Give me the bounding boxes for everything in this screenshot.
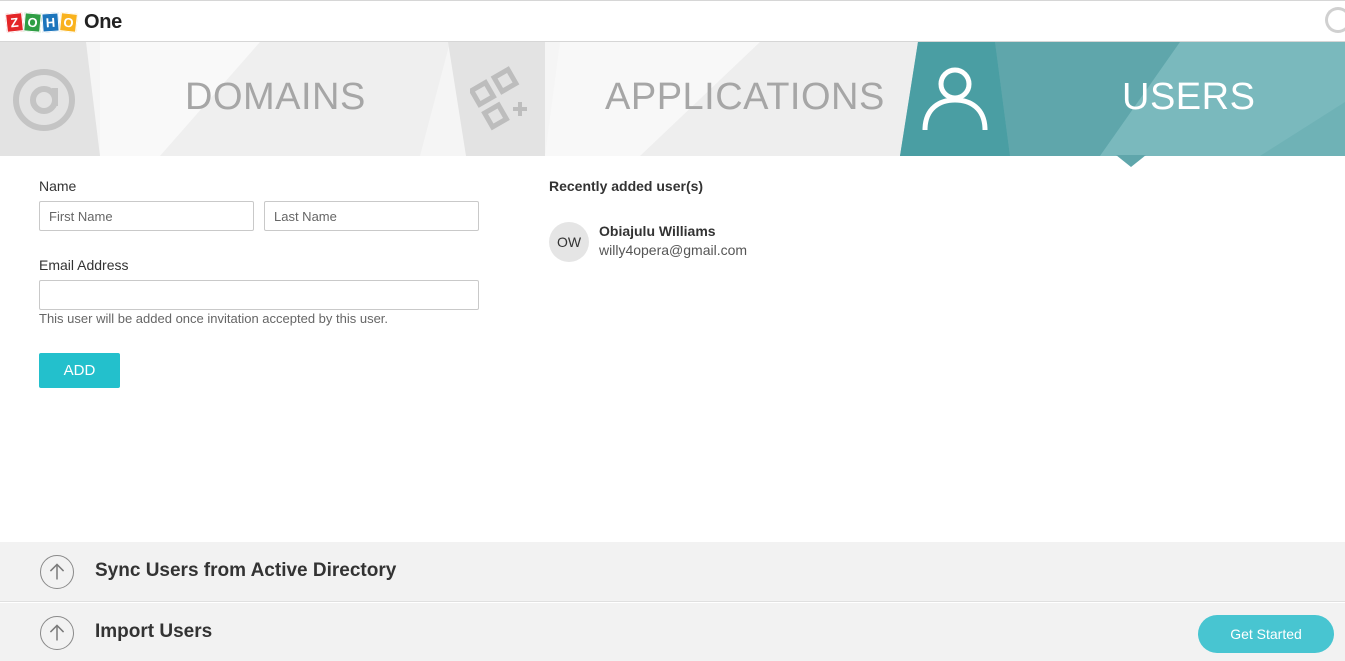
tab-users[interactable]: USERS: [1122, 76, 1255, 119]
zoho-one-logo[interactable]: Z O H O One: [5, 10, 122, 34]
first-name-input[interactable]: [39, 201, 254, 231]
recent-user-email: willy4opera@gmail.com: [599, 242, 748, 258]
logo-letter-o: O: [23, 11, 42, 33]
get-started-button[interactable]: Get Started: [1198, 615, 1334, 653]
active-tab-caret-icon: [1116, 155, 1146, 167]
recent-users-title: Recently added user(s): [549, 178, 704, 194]
name-label: Name: [39, 178, 77, 194]
add-user-button[interactable]: ADD: [39, 353, 120, 388]
loading-spinner-icon: [1325, 7, 1345, 33]
apps-grid-icon: [470, 66, 527, 131]
user-icon: [922, 67, 988, 131]
recent-user-name: Obiajulu Williams: [599, 223, 716, 239]
logo-suffix: One: [84, 10, 122, 33]
logo-letter-h: H: [41, 11, 60, 33]
sync-users-title[interactable]: Sync Users from Active Directory: [95, 560, 396, 582]
sync-active-directory-panel[interactable]: Sync Users from Active Directory: [0, 542, 1345, 602]
upload-arrow-icon: [40, 616, 74, 650]
import-users-panel[interactable]: Import Users Get Started: [0, 603, 1345, 661]
email-input[interactable]: [39, 280, 479, 310]
tab-domains[interactable]: DOMAINS: [185, 76, 366, 119]
import-users-title[interactable]: Import Users: [95, 621, 212, 643]
upload-arrow-icon: [40, 555, 74, 589]
avatar: OW: [549, 222, 589, 262]
top-header: Z O H O One: [0, 0, 1345, 42]
at-icon: [13, 69, 75, 131]
tab-applications[interactable]: APPLICATIONS: [605, 76, 885, 119]
email-label: Email Address: [39, 257, 129, 273]
setup-steps: DOMAINS APPLICATIONS USERS: [0, 42, 1345, 156]
logo-letter-o-2: O: [59, 11, 78, 33]
logo-letter-z: Z: [5, 11, 24, 33]
email-hint: This user will be added once invitation …: [39, 311, 389, 326]
last-name-input[interactable]: [264, 201, 479, 231]
